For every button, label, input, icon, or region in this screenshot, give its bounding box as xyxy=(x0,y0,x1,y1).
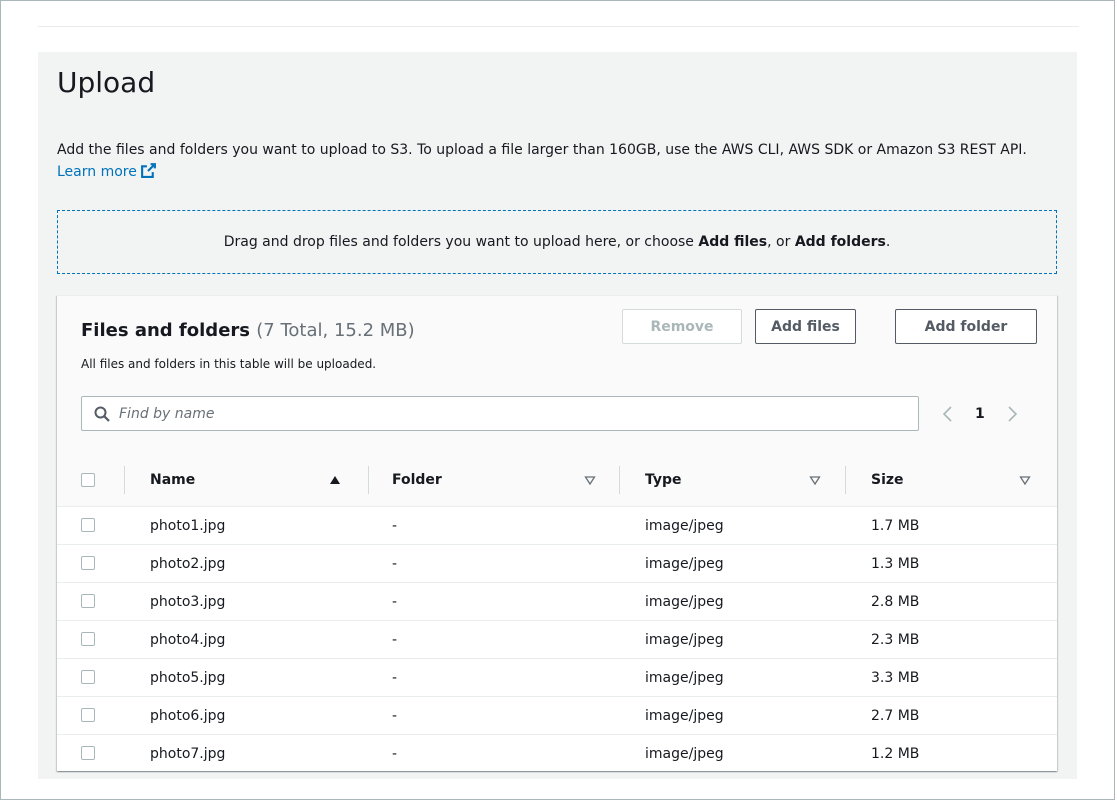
sort-descending-outline-icon[interactable] xyxy=(809,474,821,486)
cell-size: 2.3 MB xyxy=(871,631,920,648)
learn-more-label: Learn more xyxy=(57,164,137,180)
external-link-icon xyxy=(140,163,156,178)
cell-folder: - xyxy=(392,669,398,686)
cell-size: 1.2 MB xyxy=(871,745,920,762)
header-divider xyxy=(38,26,1079,27)
cell-folder: - xyxy=(392,631,398,648)
description-text: Add the files and folders you want to up… xyxy=(57,142,1027,158)
panel-header: Files and folders (7 Total, 15.2 MB) All… xyxy=(57,296,1057,455)
search-placeholder: Find by name xyxy=(119,405,215,422)
row-checkbox[interactable] xyxy=(81,670,95,684)
cell-size: 2.8 MB xyxy=(871,593,920,610)
drop-zone[interactable]: Drag and drop files and folders you want… xyxy=(57,210,1057,274)
search-icon xyxy=(94,406,110,422)
cell-name: photo1.jpg xyxy=(150,517,226,534)
cell-type: image/jpeg xyxy=(645,745,724,762)
cell-type: image/jpeg xyxy=(645,555,724,572)
cell-name: photo2.jpg xyxy=(150,555,226,572)
table-body: photo1.jpg - image/jpeg 1.7 MB photo2.jpg - im… xyxy=(57,507,1057,771)
pagination: 1 xyxy=(940,400,1020,428)
table-row[interactable]: photo6.jpg - image/jpeg 2.7 MB xyxy=(57,697,1057,735)
files-and-folders-panel: Files and folders (7 Total, 15.2 MB) All… xyxy=(57,295,1057,771)
column-type[interactable]: Type xyxy=(645,454,682,506)
cell-name: photo7.jpg xyxy=(150,745,226,762)
add-folder-button[interactable]: Add folder xyxy=(895,309,1037,344)
chevron-left-icon[interactable] xyxy=(940,406,956,422)
select-all-checkbox[interactable] xyxy=(81,473,95,487)
cell-name: photo5.jpg xyxy=(150,669,226,686)
sort-ascending-icon[interactable] xyxy=(329,474,341,486)
cell-type: image/jpeg xyxy=(645,669,724,686)
row-checkbox[interactable] xyxy=(81,556,95,570)
search-input[interactable]: Find by name xyxy=(81,396,919,431)
column-folder[interactable]: Folder xyxy=(392,454,442,506)
page-title: Upload xyxy=(57,66,156,99)
column-divider xyxy=(845,466,846,494)
remove-button[interactable]: Remove xyxy=(622,309,742,344)
drop-zone-text: Drag and drop files and folders you want… xyxy=(223,234,891,250)
sort-descending-outline-icon[interactable] xyxy=(1019,474,1031,486)
row-checkbox[interactable] xyxy=(81,746,95,760)
row-checkbox[interactable] xyxy=(81,594,95,608)
cell-type: image/jpeg xyxy=(645,707,724,724)
page-number[interactable]: 1 xyxy=(975,406,985,422)
table-header: Name Folder Type Size xyxy=(57,454,1057,507)
table-row[interactable]: photo4.jpg - image/jpeg 2.3 MB xyxy=(57,621,1057,659)
cell-size: 1.7 MB xyxy=(871,517,920,534)
learn-more-link[interactable]: Learn more xyxy=(57,163,157,180)
cell-type: image/jpeg xyxy=(645,593,724,610)
cell-name: photo3.jpg xyxy=(150,593,226,610)
sort-descending-outline-icon[interactable] xyxy=(584,474,596,486)
cell-folder: - xyxy=(392,593,398,610)
cell-name: photo6.jpg xyxy=(150,707,226,724)
column-divider xyxy=(619,466,620,494)
table-row[interactable]: photo3.jpg - image/jpeg 2.8 MB xyxy=(57,583,1057,621)
chevron-right-icon[interactable] xyxy=(1004,406,1020,422)
column-name[interactable]: Name xyxy=(150,454,195,506)
column-divider xyxy=(368,466,369,494)
cell-folder: - xyxy=(392,555,398,572)
cell-size: 1.3 MB xyxy=(871,555,920,572)
cell-name: photo4.jpg xyxy=(150,631,226,648)
column-size[interactable]: Size xyxy=(871,454,904,506)
cell-size: 3.3 MB xyxy=(871,669,920,686)
table-row[interactable]: photo7.jpg - image/jpeg 1.2 MB xyxy=(57,735,1057,772)
panel-title: Files and folders (7 Total, 15.2 MB) xyxy=(81,320,415,341)
cell-folder: - xyxy=(392,517,398,534)
cell-folder: - xyxy=(392,707,398,724)
table-row[interactable]: photo1.jpg - image/jpeg 1.7 MB xyxy=(57,507,1057,545)
table-row[interactable]: photo5.jpg - image/jpeg 3.3 MB xyxy=(57,659,1057,697)
row-checkbox[interactable] xyxy=(81,518,95,532)
row-checkbox[interactable] xyxy=(81,632,95,646)
panel-subtitle: All files and folders in this table will… xyxy=(81,357,377,371)
file-count: (7 Total, 15.2 MB) xyxy=(256,320,415,341)
upload-page: Upload Add the files and folders you wan… xyxy=(38,52,1077,779)
add-files-button[interactable]: Add files xyxy=(755,309,856,344)
column-divider xyxy=(124,466,125,494)
cell-type: image/jpeg xyxy=(645,631,724,648)
row-checkbox[interactable] xyxy=(81,708,95,722)
cell-size: 2.7 MB xyxy=(871,707,920,724)
table-row[interactable]: photo2.jpg - image/jpeg 1.3 MB xyxy=(57,545,1057,583)
page-description: Add the files and folders you want to up… xyxy=(57,139,1062,183)
cell-type: image/jpeg xyxy=(645,517,724,534)
cell-folder: - xyxy=(392,745,398,762)
